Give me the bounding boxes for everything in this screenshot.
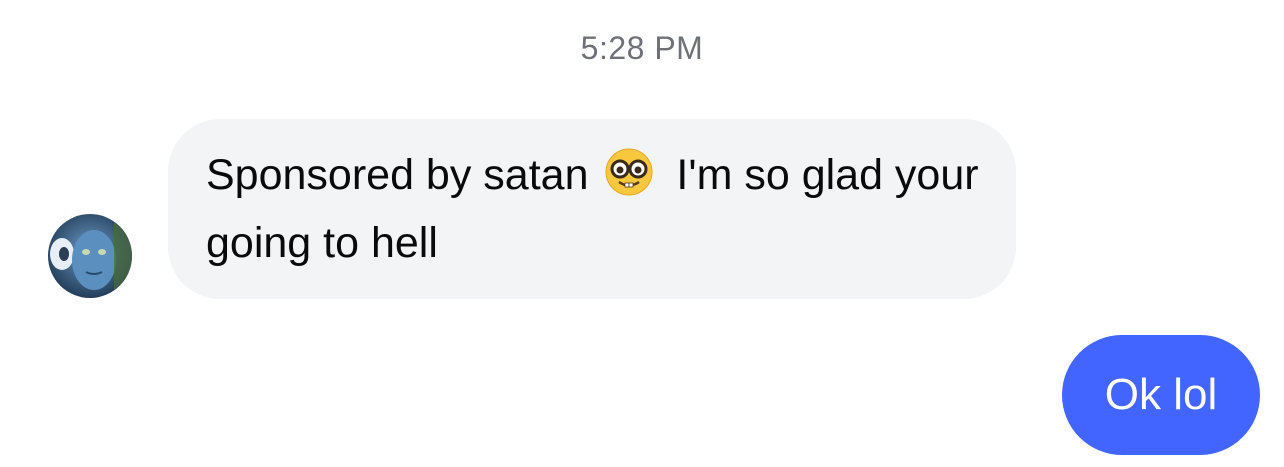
outgoing-message-bubble[interactable]: Ok lol: [1062, 335, 1260, 455]
message-timestamp: 5:28 PM: [580, 30, 704, 66]
sender-avatar[interactable]: [48, 214, 132, 298]
nerd-face-emoji-icon: [604, 147, 654, 213]
incoming-message-text-start: Sponsored by satan: [206, 151, 589, 199]
incoming-message-bubble[interactable]: Sponsored by satan I'm so glad your goin…: [168, 119, 1016, 299]
avatar-face-icon: [48, 214, 132, 298]
outgoing-message-text: Ok lol: [1104, 370, 1218, 419]
